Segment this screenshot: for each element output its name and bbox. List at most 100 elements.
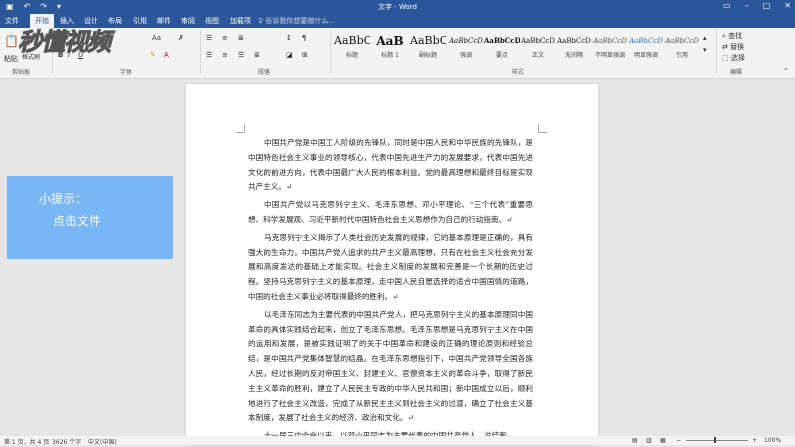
style-name: 无间隔: [564, 52, 583, 59]
replace-label: 替换: [730, 43, 745, 51]
style-name: 正文: [531, 52, 544, 59]
tab-layout[interactable]: 布局: [108, 16, 122, 26]
style-name: 副标题: [418, 52, 437, 59]
style-sample: AaBbCcD: [665, 37, 699, 45]
tab-mailings[interactable]: 邮件: [157, 16, 171, 26]
justify-icon[interactable]: ≣: [254, 51, 260, 59]
multilevel-list-icon[interactable]: ≣: [238, 34, 244, 42]
tab-references[interactable]: 引用: [133, 16, 147, 26]
find-label: 查找: [728, 32, 743, 40]
replace-icon: ⇄: [722, 43, 731, 51]
replace-button[interactable]: ⇄ 替换: [722, 42, 744, 52]
tell-me-text: 告诉我你想要做什么...: [265, 17, 336, 25]
style-name: 要点: [495, 52, 508, 59]
clear-format-icon[interactable]: ✗: [178, 34, 184, 42]
style-title[interactable]: AaBbC 标题: [334, 32, 370, 62]
read-mode-icon[interactable]: ▤: [632, 437, 638, 444]
style-name: 不明显强调: [594, 52, 625, 59]
tab-review[interactable]: 审阅: [181, 16, 195, 26]
select-button[interactable]: ⬚ 选择: [722, 53, 745, 63]
minimize-button[interactable]: –: [745, 1, 749, 10]
paste-icon[interactable]: 📋: [4, 34, 19, 48]
tell-me-box[interactable]: ♀ 告诉我你想要做什么...: [258, 16, 335, 26]
window-controls: ▭ – □ ✕: [723, 1, 791, 10]
style-intense-emphasis[interactable]: AaBbCcD 明显强调: [628, 32, 664, 62]
style-sample: AaBbCcD: [484, 36, 520, 45]
sort-icon[interactable]: ↕: [286, 34, 292, 42]
print-layout-icon[interactable]: ▥: [646, 437, 652, 444]
borders-icon[interactable]: ⊞: [302, 51, 308, 59]
separator: [716, 30, 717, 74]
tip-line-2: 点击文件: [53, 214, 102, 228]
style-subtle-emphasis[interactable]: AaBbCcD 不明显强调: [592, 32, 628, 62]
show-marks-icon[interactable]: ¶: [302, 34, 306, 42]
style-sample: AaB: [376, 34, 404, 48]
group-label-paragraph: 段落: [258, 69, 271, 76]
style-sample: AaBbC: [410, 34, 446, 47]
style-sample: AaBbCcD: [593, 37, 627, 45]
tab-addins[interactable]: 加载项: [230, 16, 251, 26]
tip-box: 小提示： 点击文件: [7, 176, 173, 259]
close-button[interactable]: ✕: [784, 1, 791, 10]
paste-button[interactable]: 粘贴: [4, 54, 18, 64]
title-bar: ▣ ↶ ↷ ▾ 文字 - Word ▭ – □ ✕: [0, 0, 795, 14]
zoom-in-icon[interactable]: +: [752, 437, 757, 444]
shading-icon[interactable]: ◪: [286, 51, 293, 59]
styles-scroll-up-icon[interactable]: ▴: [703, 34, 707, 42]
style-quote[interactable]: AaBbCcD 引用: [664, 32, 700, 62]
tab-view[interactable]: 视图: [205, 16, 219, 26]
style-name: 标题 1: [381, 52, 399, 59]
style-sample: AaBbCcD: [521, 37, 555, 45]
style-subtitle[interactable]: AaBbC 副标题: [410, 32, 446, 62]
margin-corner-marker: [236, 124, 245, 133]
style-strong[interactable]: AaBbCcD 要点: [484, 32, 520, 62]
ribbon-display-icon[interactable]: ▭: [723, 1, 731, 10]
separator: [330, 30, 331, 74]
ribbon-tabs: 文件 开始 插入 设计 布局 引用 邮件 审阅 视图 加载项 ♀ 告诉我你想要做…: [0, 14, 795, 28]
select-icon: ⬚: [722, 54, 731, 62]
bullets-icon[interactable]: ☰: [206, 34, 212, 42]
zoom-slider[interactable]: [686, 440, 748, 441]
find-button[interactable]: ⌕ 查找: [722, 31, 742, 41]
document-body[interactable]: 中国共产党是中国工人阶级的先锋队，同时是中国人民和中华民族的先锋队，是中国特色社…: [248, 136, 533, 447]
align-center-icon[interactable]: ≡: [222, 51, 228, 59]
zoom-level[interactable]: 100%: [764, 437, 781, 444]
style-heading1[interactable]: AaB 标题 1: [372, 32, 408, 62]
group-label-clipboard: 剪贴板: [12, 69, 31, 76]
web-layout-icon[interactable]: ▦: [660, 437, 666, 444]
tip-line-1: 小提示：: [39, 192, 88, 206]
document-page[interactable]: 中国共产党是中国工人阶级的先锋队，同时是中国人民和中华民族的先锋队，是中国特色社…: [186, 84, 598, 445]
group-label-styles: 样式: [512, 69, 525, 76]
style-no-spacing[interactable]: AaBbCcD 无间隔: [556, 32, 592, 62]
status-bar: 第 1 页，共 4 页 3626 个字 中文(中国) ▤ ▥ ▦ − + 100…: [0, 436, 795, 446]
paragraph: 马克思列宁主义揭示了人类社会历史发展的规律，它的基本原理是正确的，具有强大的生命…: [248, 232, 533, 301]
style-emphasis[interactable]: AaBbCcD 强调: [448, 32, 484, 62]
zoom-slider-thumb[interactable]: [714, 437, 716, 443]
maximize-button[interactable]: □: [763, 1, 771, 10]
align-right-icon[interactable]: ☰: [238, 51, 244, 59]
style-name: 引用: [675, 52, 688, 59]
align-left-icon[interactable]: ☰: [206, 51, 212, 59]
style-sample: AaBbCcD: [629, 37, 663, 45]
numbering-icon[interactable]: ≡: [222, 34, 228, 42]
styles-scroll-down-icon[interactable]: ▾: [703, 46, 707, 54]
style-name: 明显强调: [633, 52, 658, 59]
select-label: 选择: [730, 54, 745, 62]
style-normal[interactable]: AaBbCcD 正文: [520, 32, 556, 62]
paragraph: 中国共产党以马克思列宁主义、毛泽东思想、邓小平理论、“三个代表”重要思想、科学发…: [248, 200, 533, 224]
paragraph: 以毛泽东同志为主要代表的中国共产党人，把马克思列宁主义的基本原理同中国革命的具体…: [248, 309, 533, 423]
highlight-icon[interactable]: ✎: [150, 51, 156, 59]
collapse-ribbon-icon[interactable]: ⌃: [783, 67, 789, 75]
zoom-out-icon[interactable]: −: [676, 437, 681, 444]
style-sample: AaBbC: [334, 34, 370, 47]
style-name: 强调: [459, 52, 472, 59]
tab-file[interactable]: 文件: [5, 16, 19, 26]
separator: [200, 30, 201, 74]
font-size-change-button[interactable]: Aa: [152, 34, 161, 42]
margin-corner-marker: [538, 124, 547, 133]
style-name: 标题: [345, 52, 358, 59]
font-color-icon[interactable]: A: [164, 51, 169, 59]
ribbon: 📋 粘贴 格式刷 剪贴板 Aa B I U ✎ A ✗ 字体 ☰ ≡ ≣ ↕ ¶…: [0, 28, 795, 79]
watermark-logo: 秒懂视频: [18, 27, 112, 57]
style-sample: AaBbCcD: [449, 37, 483, 45]
